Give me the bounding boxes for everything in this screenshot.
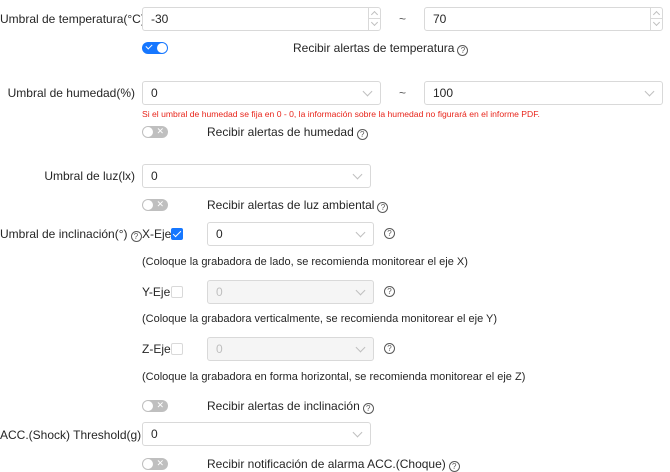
x-axis-label: X-Eje	[142, 227, 172, 241]
humidity-min-select[interactable]: 0	[142, 81, 381, 105]
x-axis-threshold-select[interactable]: 0	[207, 222, 374, 246]
shock-threshold-select[interactable]: 0	[142, 422, 371, 446]
help-icon[interactable]: ?	[384, 228, 395, 239]
shock-alert-label: Recibir notificación de alarma ACC.(Choq…	[207, 457, 460, 472]
range-separator: ~	[399, 12, 407, 26]
temperature-max-spinner[interactable]	[650, 8, 662, 30]
temperature-alert-toggle[interactable]	[142, 42, 168, 54]
chevron-down-icon	[352, 427, 363, 438]
help-icon[interactable]: ?	[130, 231, 142, 242]
y-axis-hint: (Coloque la grabadora verticalmente, se …	[142, 313, 498, 325]
shock-threshold-label: ACC.(Shock) Threshold(g)	[0, 428, 142, 442]
chevron-down-icon	[352, 169, 363, 180]
light-alert-label: Recibir alertas de luz ambiental?	[207, 198, 389, 213]
x-axis-hint: (Coloque la grabadora de lado, se recomi…	[142, 256, 468, 268]
help-icon[interactable]: ?	[448, 461, 460, 472]
check-icon	[145, 42, 153, 50]
temperature-min-spinner[interactable]	[368, 8, 380, 30]
shock-alert-toggle[interactable]: ✕	[142, 458, 168, 470]
y-axis-checkbox[interactable]	[171, 286, 183, 298]
z-axis-hint: (Coloque la grabadora en forma horizonta…	[142, 371, 526, 383]
light-threshold-label: Umbral de luz(lx)	[44, 169, 135, 183]
chevron-down-icon	[355, 342, 366, 353]
spin-up-icon[interactable]	[652, 10, 661, 19]
chevron-down-icon	[355, 285, 366, 296]
y-axis-label: Y-Eje	[142, 285, 171, 299]
temperature-threshold-label: Umbral de temperatura(°C)	[0, 12, 145, 26]
humidity-threshold-label: Umbral de humedad(%)	[7, 86, 135, 100]
close-icon: ✕	[156, 458, 164, 468]
temperature-min-input[interactable]: -30	[142, 7, 381, 31]
range-separator: ~	[399, 86, 407, 100]
help-icon[interactable]: ?	[362, 403, 374, 414]
humidity-warning-text: Si el umbral de humedad se fija en 0 - 0…	[142, 109, 540, 119]
close-icon: ✕	[156, 400, 164, 410]
spin-down-icon[interactable]	[370, 18, 379, 27]
y-axis-threshold-select[interactable]: 0	[207, 280, 374, 304]
chevron-down-icon	[362, 86, 373, 97]
help-icon[interactable]: ?	[356, 129, 368, 140]
humidity-alert-label: Recibir alertas de humedad?	[207, 125, 368, 140]
tilt-alert-toggle[interactable]: ✕	[142, 400, 168, 412]
light-alert-toggle[interactable]: ✕	[142, 199, 168, 211]
close-icon: ✕	[156, 199, 164, 209]
chevron-down-icon	[644, 86, 655, 97]
temperature-alert-label: Recibir alertas de temperatura?	[293, 41, 469, 56]
z-axis-checkbox[interactable]	[171, 343, 183, 355]
close-icon: ✕	[156, 126, 164, 136]
tilt-alert-label: Recibir alertas de inclinación?	[207, 399, 374, 414]
temperature-max-input[interactable]: 70	[424, 7, 663, 31]
tilt-threshold-label: Umbral de inclinación(°)?	[0, 227, 142, 242]
x-axis-checkbox[interactable]	[171, 228, 183, 240]
spin-down-icon[interactable]	[652, 18, 661, 27]
z-axis-threshold-select[interactable]: 0	[207, 337, 374, 361]
help-icon[interactable]: ?	[457, 45, 469, 56]
spin-up-icon[interactable]	[370, 10, 379, 19]
help-icon[interactable]: ?	[377, 202, 389, 213]
humidity-alert-toggle[interactable]: ✕	[142, 126, 168, 138]
chevron-down-icon	[355, 227, 366, 238]
help-icon[interactable]: ?	[384, 343, 395, 354]
z-axis-label: Z-Eje	[142, 342, 171, 356]
light-threshold-select[interactable]: 0	[142, 164, 371, 188]
help-icon[interactable]: ?	[384, 286, 395, 297]
humidity-max-select[interactable]: 100	[424, 81, 663, 105]
